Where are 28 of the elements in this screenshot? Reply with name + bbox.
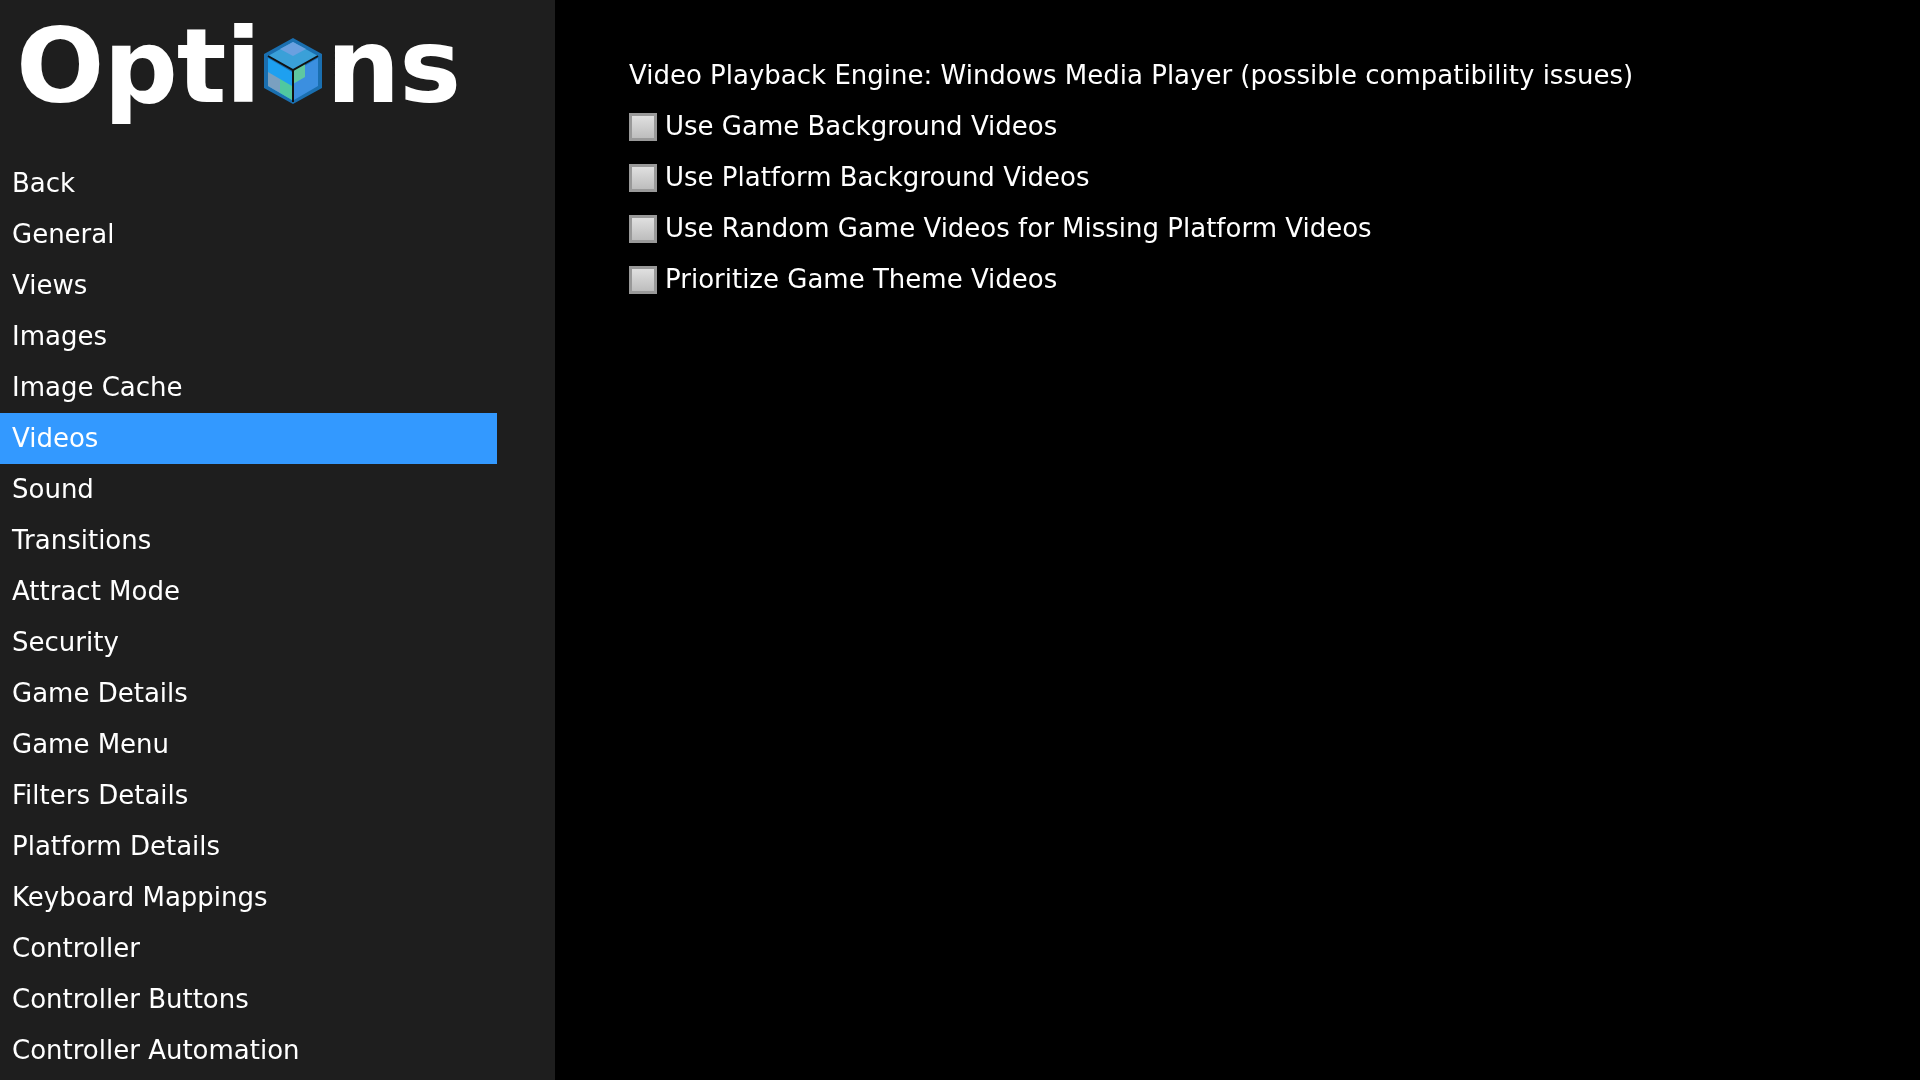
sidebar-item[interactable]: Game Menu bbox=[0, 719, 497, 770]
checkbox-label: Use Random Game Videos for Missing Platform Videos bbox=[665, 212, 1372, 245]
sidebar-item[interactable]: Controller bbox=[0, 923, 497, 974]
sidebar-item[interactable]: Back bbox=[0, 158, 497, 209]
sidebar-item[interactable]: General bbox=[0, 209, 497, 260]
checkbox-label: Prioritize Game Theme Videos bbox=[665, 263, 1058, 296]
sidebar-item[interactable]: Platform Details bbox=[0, 821, 497, 872]
sidebar-item[interactable]: Security bbox=[0, 617, 497, 668]
sidebar-item[interactable]: Sound bbox=[0, 464, 497, 515]
options-title: Opti ns bbox=[16, 5, 461, 127]
checkbox-label: Use Platform Background Videos bbox=[665, 161, 1090, 194]
sidebar-item[interactable]: Keyboard Mappings bbox=[0, 872, 497, 923]
checkbox[interactable] bbox=[629, 163, 657, 192]
sidebar-item[interactable]: Transitions bbox=[0, 515, 497, 566]
checkbox[interactable] bbox=[629, 214, 657, 243]
sidebar-item[interactable]: Images bbox=[0, 311, 497, 362]
checkbox[interactable] bbox=[629, 265, 657, 294]
sidebar-item[interactable]: Game Details bbox=[0, 668, 497, 719]
sidebar-item[interactable]: Attract Mode bbox=[0, 566, 497, 617]
checkbox[interactable] bbox=[629, 112, 657, 141]
sidebar-item[interactable]: Controller Automation bbox=[0, 1025, 497, 1076]
engine-text: Video Playback Engine: Windows Media Player (possible compatibility issues) bbox=[629, 59, 1634, 92]
sidebar-item[interactable]: Filters Details bbox=[0, 770, 497, 821]
sidebar-item[interactable]: Controller Buttons bbox=[0, 974, 497, 1025]
cube-icon bbox=[262, 36, 325, 106]
checkbox-label: Use Game Background Videos bbox=[665, 110, 1058, 143]
sidebar-item[interactable]: Views bbox=[0, 260, 497, 311]
sidebar-item[interactable]: Image Cache bbox=[0, 362, 497, 413]
